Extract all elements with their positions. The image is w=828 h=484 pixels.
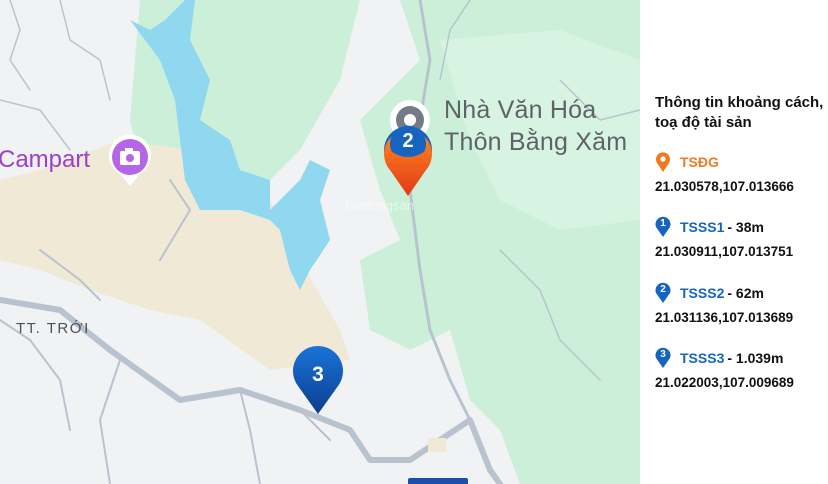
pin-number: 3 [660, 349, 666, 360]
map-view[interactable]: batdongsan Campart Nhà Văn Hóa Thôn Bằng… [0, 0, 640, 484]
entry-distance: - 62m [727, 285, 764, 301]
entry-tsss2: 2 TSSS2 - 62m 21.031136,107.013689 [655, 282, 793, 325]
entry-coordinates: 21.022003,107.009689 [655, 375, 794, 390]
panel-title: Thông tin khoảng cách, toạ độ tài sản [655, 94, 824, 131]
entry-name: TSSS3 [680, 350, 725, 366]
watermark: batdongsan [346, 198, 414, 213]
entry-name: TSĐG [680, 154, 719, 170]
building [428, 438, 446, 452]
road-shield [408, 478, 468, 484]
entry-name: TSSS2 [680, 285, 725, 301]
entry-tsss1: 1 TSSS1 - 38m 21.030911,107.013751 [655, 216, 793, 259]
location-pin-icon [656, 152, 670, 172]
entry-coordinates: 21.031136,107.013689 [655, 310, 794, 325]
entry-coordinates: 21.030911,107.013751 [655, 244, 794, 259]
entry-tsss3: 3 TSSS3 - 1.039m 21.022003,107.009689 [655, 347, 794, 390]
location-pin-icon: 2 [655, 282, 671, 304]
entry-tsdg: TSĐG 21.030578,107.013666 [655, 151, 794, 194]
town-label: TT. TRỚI [16, 320, 90, 337]
marker-tsss3-number: 3 [312, 363, 324, 386]
place-label-line1[interactable]: Nhà Văn Hóa [444, 94, 596, 126]
entry-name: TSSS1 [680, 219, 725, 235]
location-pin-icon: 1 [655, 216, 671, 238]
entry-distance: - 1.039m [727, 350, 784, 366]
location-pin-icon: 3 [655, 347, 671, 369]
place-label-line2[interactable]: Thôn Bằng Xăm [444, 126, 627, 158]
marker-tsss2[interactable]: 2 [382, 122, 434, 192]
marker-tsss3[interactable]: 3 [292, 346, 344, 416]
marker-tsss2-number: 2 [402, 130, 414, 152]
entry-distance: - 38m [727, 219, 764, 235]
place-label-campart[interactable]: Campart [0, 146, 90, 174]
entry-coordinates: 21.030578,107.013666 [655, 179, 794, 194]
info-panel: Thông tin khoảng cách, toạ độ tài sản TS… [640, 0, 828, 484]
pin-number: 1 [660, 218, 666, 229]
camera-icon[interactable] [107, 134, 153, 188]
pin-number: 2 [660, 284, 666, 295]
